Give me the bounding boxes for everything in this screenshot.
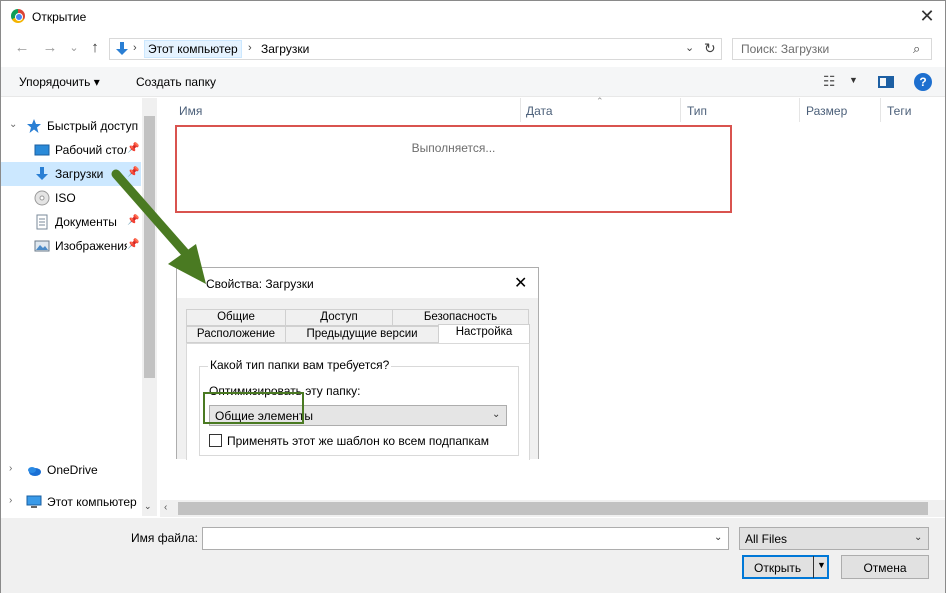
- sidebar-item-this-pc[interactable]: › Этот компьютер: [1, 490, 141, 514]
- filename-label: Имя файла:: [131, 531, 198, 545]
- download-icon: [116, 42, 128, 55]
- back-arrow-icon[interactable]: ←: [13, 39, 31, 57]
- chevron-right-icon[interactable]: ›: [9, 463, 12, 474]
- column-header-type[interactable]: Тип: [687, 104, 707, 118]
- open-file-dialog: Открытие ✕ ← → ⌄ ↑ › Этот компьютер › За…: [0, 0, 946, 593]
- disc-icon: [34, 190, 50, 206]
- new-folder-button[interactable]: Создать папку: [136, 75, 216, 89]
- search-icon: ⌕: [913, 41, 921, 56]
- column-divider[interactable]: [880, 98, 881, 122]
- sidebar-item-label: Этот компьютер: [47, 495, 137, 509]
- view-options-icon[interactable]: ☷: [823, 73, 836, 90]
- column-divider[interactable]: [520, 98, 521, 122]
- breadcrumb-separator[interactable]: ›: [248, 42, 252, 54]
- scrollbar-thumb[interactable]: [178, 502, 928, 515]
- loading-status: Выполняется...: [411, 141, 496, 155]
- properties-dialog: Свойства: Загрузки ✕ Общие Доступ Безопа…: [176, 267, 539, 460]
- loading-highlight: Выполняется...: [175, 125, 732, 213]
- filetype-select[interactable]: All Files ⌄: [739, 527, 929, 550]
- column-header-tags[interactable]: Теги: [887, 104, 911, 118]
- sidebar-item-label: Быстрый доступ: [47, 119, 139, 133]
- folder-type-legend: Какой тип папки вам требуется?: [208, 358, 392, 372]
- file-list-hscrollbar[interactable]: ‹: [160, 500, 945, 517]
- apply-subfolders-label[interactable]: Применять этот же шаблон ко всем подпапк…: [227, 434, 489, 448]
- search-placeholder: Поиск: Загрузки: [741, 42, 830, 56]
- filename-input[interactable]: ⌄: [202, 527, 729, 550]
- column-header-name[interactable]: Имя: [179, 104, 202, 118]
- cancel-button-label: Отмена: [863, 561, 907, 575]
- chevron-down-icon[interactable]: ⌄: [9, 119, 17, 130]
- cancel-button[interactable]: Отмена: [841, 555, 929, 579]
- column-header-date[interactable]: Дата: [526, 104, 553, 118]
- tab-location[interactable]: Расположение: [186, 326, 286, 343]
- optimize-highlight: [203, 392, 304, 424]
- download-icon: [36, 167, 48, 180]
- chevron-down-icon[interactable]: ⌄: [492, 409, 500, 420]
- close-icon[interactable]: ✕: [915, 6, 939, 28]
- cloud-icon: [28, 467, 41, 476]
- sidebar-item-quick-access[interactable]: ⌄ Быстрый доступ: [1, 114, 141, 138]
- column-divider[interactable]: [680, 98, 681, 122]
- sidebar-item-label: Рабочий стол: [55, 143, 127, 157]
- chevron-down-icon[interactable]: ⌄: [714, 532, 722, 543]
- column-divider[interactable]: [799, 98, 800, 122]
- pictures-icon: [34, 240, 50, 252]
- navigation-pane: ⌄ Быстрый доступ Рабочий стол 📌 Загрузки…: [1, 98, 157, 516]
- column-header-size[interactable]: Размер: [806, 104, 847, 118]
- annotation-arrow-icon: [111, 169, 206, 284]
- chrome-icon: [11, 9, 25, 23]
- properties-title-bar: Свойства: Загрузки ✕: [177, 268, 538, 298]
- open-button[interactable]: Открыть ▼: [742, 555, 829, 579]
- column-headers: Имя ⌃ Дата Тип Размер Теги: [160, 96, 945, 122]
- help-icon[interactable]: ?: [914, 73, 932, 91]
- breadcrumb-this-pc[interactable]: Этот компьютер: [144, 40, 242, 58]
- recent-locations-icon[interactable]: ⌄: [65, 39, 83, 57]
- organize-button[interactable]: Упорядочить ▾: [19, 75, 100, 89]
- preview-pane-icon[interactable]: [878, 76, 894, 88]
- star-icon: [27, 119, 41, 133]
- sidebar-item-onedrive[interactable]: › OneDrive: [1, 458, 141, 482]
- open-button-label: Открыть: [754, 561, 802, 575]
- up-arrow-icon[interactable]: ↑: [86, 39, 104, 57]
- command-toolbar: Упорядочить ▾ Создать папку ☷ ▼ ?: [1, 67, 945, 97]
- breadcrumb-downloads[interactable]: Загрузки: [258, 42, 312, 56]
- breadcrumb-separator: ›: [133, 42, 137, 54]
- sidebar-item-desktop[interactable]: Рабочий стол 📌: [1, 138, 141, 162]
- search-input[interactable]: Поиск: Загрузки ⌕: [732, 38, 932, 60]
- chevron-right-icon[interactable]: ›: [9, 495, 12, 506]
- sidebar-item-label: OneDrive: [47, 463, 98, 477]
- tab-sharing[interactable]: Доступ: [285, 309, 393, 326]
- document-icon: [36, 214, 48, 230]
- address-bar[interactable]: › Этот компьютер › Загрузки ⌄ ↻: [109, 38, 722, 60]
- chevron-down-icon[interactable]: ⌄: [914, 532, 922, 543]
- split-divider: [813, 556, 814, 578]
- forward-arrow-icon[interactable]: →: [41, 39, 59, 57]
- view-dropdown-icon[interactable]: ▼: [849, 75, 858, 85]
- pin-icon[interactable]: 📌: [127, 143, 139, 154]
- filetype-value: All Files: [745, 532, 788, 546]
- tab-general[interactable]: Общие: [186, 309, 286, 326]
- chevron-down-icon[interactable]: ⌄: [685, 41, 694, 54]
- dialog-footer: Имя файла: ⌄ All Files ⌄ Открыть ▼ Отмен…: [1, 518, 945, 593]
- open-options-icon[interactable]: ▼: [817, 560, 826, 570]
- tab-customize[interactable]: Настройка: [438, 324, 530, 344]
- refresh-icon[interactable]: ↻: [704, 40, 716, 57]
- apply-subfolders-checkbox[interactable]: [209, 434, 222, 447]
- scroll-left-icon[interactable]: ‹: [164, 502, 167, 513]
- window-title: Открытие: [32, 10, 87, 24]
- desktop-icon: [34, 144, 50, 156]
- scroll-down-icon[interactable]: ⌄: [144, 501, 152, 512]
- close-icon[interactable]: ✕: [514, 273, 527, 293]
- tab-previous-versions[interactable]: Предыдущие версии: [285, 326, 439, 343]
- computer-icon: [26, 495, 42, 508]
- nav-pane-scrollbar[interactable]: ⌄: [142, 98, 157, 516]
- title-bar: Открытие ✕: [1, 1, 945, 32]
- sort-caret-icon: ⌃: [596, 96, 604, 106]
